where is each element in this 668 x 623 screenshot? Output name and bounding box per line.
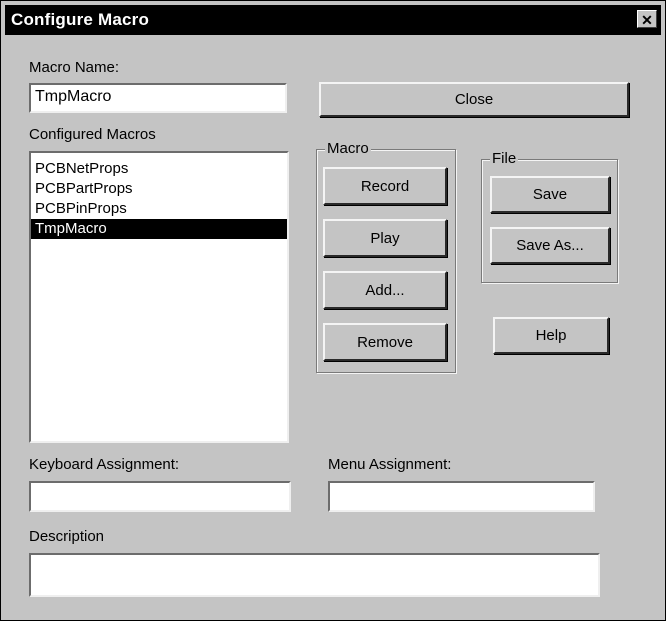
add-button[interactable]: Add... [323, 271, 447, 309]
description-input[interactable] [29, 553, 600, 597]
menu-assignment-label: Menu Assignment: [328, 456, 452, 473]
keyboard-assignment-input[interactable] [29, 481, 291, 512]
macro-group-label: Macro [325, 140, 371, 157]
description-label: Description [29, 528, 105, 545]
file-group-label: File [490, 150, 519, 167]
close-icon[interactable]: ✕ [637, 10, 657, 28]
record-button[interactable]: Record [323, 167, 447, 205]
title-bar[interactable]: Configure Macro ✕ [5, 5, 661, 35]
play-button[interactable]: Play [323, 219, 447, 257]
close-button[interactable]: Close [319, 82, 629, 117]
remove-button[interactable]: Remove [323, 323, 447, 361]
macro-name-input[interactable]: TmpMacro [29, 83, 287, 113]
menu-assignment-input[interactable] [328, 481, 595, 512]
configured-macros-list[interactable]: PCBNetProps PCBPartProps PCBPinProps Tmp… [29, 151, 289, 443]
window-title: Configure Macro [11, 10, 150, 29]
save-as-button[interactable]: Save As... [490, 227, 610, 264]
configure-macro-dialog: Configure Macro ✕ Macro Name: TmpMacro C… [0, 0, 666, 621]
list-item-selected[interactable]: TmpMacro [31, 219, 287, 239]
configured-macros-label: Configured Macros [29, 126, 156, 143]
help-button[interactable]: Help [493, 317, 609, 354]
macro-name-label: Macro Name: [29, 59, 120, 76]
keyboard-assignment-label: Keyboard Assignment: [29, 456, 180, 473]
list-item[interactable]: PCBNetProps [31, 159, 287, 179]
list-item[interactable]: PCBPinProps [31, 199, 287, 219]
save-button[interactable]: Save [490, 176, 610, 213]
list-item[interactable]: PCBPartProps [31, 179, 287, 199]
